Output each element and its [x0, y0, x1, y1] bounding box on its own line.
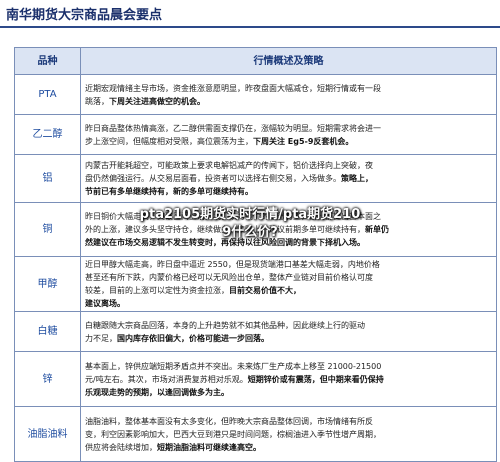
commodity-desc: 白糖跟随大宗商品回落，本身的上升趋势就不如其他品种，因此继续上行的驱动 力不足，国…: [80, 311, 497, 352]
desc-strategy: 国内库存依旧偏大，价格可能进一步回落。: [117, 333, 269, 343]
desc-text: 变，利空因素影响加大，巴西大豆到港只是时间问题，棕榈油进入季节性增产周期，: [85, 429, 381, 439]
desc-text: 盘仍然偏强运行。从交易层面看，投资者可以选择右侧交易，入场做多。: [85, 174, 341, 183]
desc-text: 元/吨左右。其次，市场对消费复苏相对乐观。: [85, 374, 248, 384]
table-row: 锌基本面上，锌供应端短期矛盾点并不突出。未来炼厂生产成本上移至 21000-21…: [14, 351, 497, 407]
commodity-name: 甲醇: [14, 256, 81, 312]
desc-strategy: 乐观现走势的预期，以逢回调做多为主。: [85, 387, 229, 397]
desc-text: 近期宏观情绪主导市场，资金推涨意愿明显，昨夜盘面大幅减仓，短期行情或有一段: [85, 83, 381, 93]
desc-text: 步上涨空间，但幅度相对受限，高位震荡为主，: [85, 136, 253, 146]
commodity-desc: 油脂油料，整体基本面没有太多变化，但昨晚大宗商品整体回调，市场情绪有所反 变，利空…: [80, 406, 497, 462]
desc-strategy: 下周关注进高做空的机会。: [109, 96, 205, 106]
desc-text: 甚至还有所下跌，内蒙价格已经可以无风险出仓单，整体产业链对目前价格认可度: [85, 273, 373, 282]
desc-text: 内蒙古开能耗超空，可能政策上要求电解铝减产的传闻下，铝价选择向上突破，夜: [85, 161, 373, 170]
desc-strategy: 策略上，: [341, 174, 373, 183]
commodity-name: 乙二醇: [14, 114, 81, 155]
table-row: 甲醇 近日甲醇大幅走高，昨日盘中逼近 2550，但是现货端港口基差大幅走弱，内地价…: [14, 256, 497, 312]
title-underline: [0, 26, 500, 28]
desc-strategy: 下周关注 Eg5-9反套机会。: [253, 136, 354, 146]
table-row: PTA 近期宏观情绪主导市场，资金推涨意愿明显，昨夜盘面大幅减仓，短期行情或有一段…: [14, 74, 497, 115]
commodity-name: 铝: [14, 154, 81, 203]
table-row: 乙二醇 昨日商品整体热情高涨，乙二醇供需面支撑仍在，涨幅较为明显。短期需求将会进一…: [14, 114, 497, 155]
desc-text: 白糖跟随大宗商品回落，本身的上升趋势就不如其他品种，因此继续上行的驱动: [85, 320, 365, 330]
commodity-name: PTA: [14, 74, 81, 115]
desc-text: 较差，目前的上涨可以定性为资金拉涨，: [85, 286, 229, 295]
commodity-desc: 近期宏观情绪主导市场，资金推涨意愿明显，昨夜盘面大幅减仓，短期行情或有一段 跳落，…: [80, 74, 497, 115]
commodity-desc: 基本面上，锌供应端短期矛盾点并不突出。未来炼厂生产成本上移至 21000-215…: [80, 351, 497, 407]
desc-text: 力不足，: [85, 333, 117, 343]
desc-text: 供应将会陆续增加，: [85, 442, 157, 452]
desc-strategy: 短期锌价或有震荡，但中期来看仍保持: [247, 374, 384, 384]
desc-text: 基本面上，锌供应端短期矛盾点并不突出。未来炼厂生产成本上移至 21000-215…: [85, 361, 382, 371]
commodity-desc: 近日甲醇大幅走高，昨日盘中逼近 2550，但是现货端港口基差大幅走弱，内地价格甚…: [80, 256, 497, 312]
commodity-name: 白糖: [14, 311, 81, 352]
watermark-overlay: pta2105期货实时行情/pta期货210 9什么价?: [0, 206, 500, 242]
page-title: 南华期货大宗商品晨会要点: [6, 8, 163, 23]
desc-text: 油脂油料，整体基本面没有太多变化，但昨晚大宗商品整体回调，市场情绪有所反: [85, 416, 373, 426]
table-row: 白糖 白糖跟随大宗商品回落，本身的上升趋势就不如其他品种，因此继续上行的驱动 力不足…: [14, 311, 497, 352]
commodity-name: 油脂油料: [14, 406, 81, 462]
desc-text: 昨日商品整体热情高涨，乙二醇供需面支撑仍在，涨幅较为明显。短期需求将会进一: [85, 123, 381, 133]
table-header-row: 品种 行情概述及策略: [14, 47, 497, 75]
watermark-line2: 9什么价?: [222, 225, 278, 240]
desc-strategy: 建议离场。: [85, 299, 125, 308]
header-desc: 行情概述及策略: [80, 47, 497, 75]
header-name: 品种: [14, 47, 81, 75]
commodity-desc: 内蒙古开能耗超空，可能政策上要求电解铝减产的传闻下，铝价选择向上突破，夜 盘仍然偏…: [80, 154, 497, 203]
table-row: 铝内蒙古开能耗超空，可能政策上要求电解铝减产的传闻下，铝价选择向上突破，夜 盘仍然…: [14, 154, 497, 203]
commodity-table: 品种 行情概述及策略 PTA 近期宏观情绪主导市场，资金推涨意愿明显，昨夜盘面大幅…: [14, 47, 497, 462]
watermark-line1: pta2105期货实时行情/pta期货210: [139, 207, 361, 222]
desc-text: 跳落，: [85, 96, 109, 106]
desc-strategy: 目前交易价值不大，: [229, 286, 301, 295]
desc-strategy: 节前已有多单继续持有，新的多单可继续持有。: [85, 187, 253, 196]
table-row: 油脂油料 油脂油料，整体基本面没有太多变化，但昨晚大宗商品整体回调，市场情绪有所反…: [14, 406, 497, 462]
commodity-desc: 昨日商品整体热情高涨，乙二醇供需面支撑仍在，涨幅较为明显。短期需求将会进一 步上涨…: [80, 114, 497, 155]
commodity-name: 锌: [14, 351, 81, 407]
desc-text: 近日甲醇大幅走高，昨日盘中逼近 2550，但是现货端港口基差大幅走弱，内地价格: [85, 260, 380, 269]
desc-strategy: 短期油脂油料可继续逢高空。: [157, 442, 261, 452]
